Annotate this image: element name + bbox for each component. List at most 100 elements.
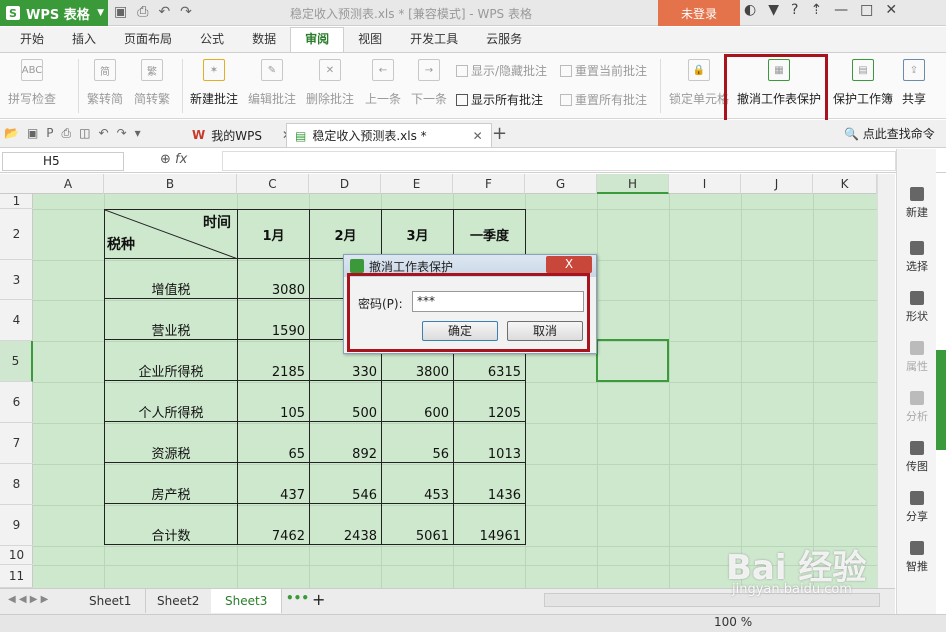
sidebar-item-1[interactable]: 选择 bbox=[897, 241, 937, 274]
open-folder-icon[interactable]: 📂 bbox=[4, 126, 19, 141]
value-cell[interactable]: 105 bbox=[237, 380, 310, 422]
column-header-H[interactable]: H bbox=[597, 174, 669, 194]
row-header-11[interactable]: 11 bbox=[0, 565, 33, 588]
row-header-1[interactable]: 1 bbox=[0, 194, 33, 209]
undo-icon[interactable]: ↶ bbox=[158, 4, 170, 20]
column-header-I[interactable]: I bbox=[669, 174, 741, 194]
maximize-icon[interactable]: □ bbox=[860, 2, 873, 18]
tab-formulas[interactable]: 公式 bbox=[186, 28, 238, 52]
redo-icon[interactable]: ↷ bbox=[180, 4, 192, 20]
close-icon[interactable]: ✕ bbox=[473, 129, 483, 143]
sheet-tab-2[interactable]: Sheet2 bbox=[143, 589, 215, 613]
value-cell[interactable]: 7462 bbox=[237, 503, 310, 545]
value-cell[interactable]: 437 bbox=[237, 462, 310, 504]
tab-cloud[interactable]: 云服务 bbox=[472, 28, 536, 52]
sidebar-item-3[interactable]: 属性 bbox=[897, 341, 937, 374]
tax-type-cell[interactable]: 增值税 bbox=[104, 258, 238, 299]
tax-type-cell[interactable]: 营业税 bbox=[104, 298, 238, 340]
save-icon[interactable]: ▣ bbox=[27, 126, 38, 141]
tab-view[interactable]: 视图 bbox=[344, 28, 396, 52]
tab-home[interactable]: 开始 bbox=[6, 28, 58, 52]
app-menu-button[interactable]: S WPS 表格 ▼ bbox=[0, 0, 108, 26]
row-header-5[interactable]: 5 bbox=[0, 341, 33, 382]
column-header-J[interactable]: J bbox=[741, 174, 813, 194]
value-cell[interactable]: 1205 bbox=[453, 380, 526, 422]
header-cell[interactable]: 一季度 bbox=[453, 209, 526, 259]
undo-icon[interactable]: ↶ bbox=[99, 126, 109, 141]
row-header-8[interactable]: 8 bbox=[0, 464, 33, 505]
sheet-tab-3[interactable]: Sheet3 bbox=[211, 589, 283, 613]
formula-input[interactable] bbox=[222, 151, 896, 171]
row-header-9[interactable]: 9 bbox=[0, 505, 33, 546]
prev-comment-button[interactable]: ← 上一条 bbox=[365, 59, 401, 107]
row-header-4[interactable]: 4 bbox=[0, 300, 33, 341]
sidebar-toggle[interactable] bbox=[936, 350, 946, 450]
value-cell[interactable]: 1013 bbox=[453, 421, 526, 463]
reset-all-comments-button[interactable]: 重置所有批注 bbox=[560, 91, 647, 108]
close-window-icon[interactable]: ✕ bbox=[885, 2, 897, 18]
value-cell[interactable]: 5061 bbox=[381, 503, 454, 545]
value-cell[interactable]: 65 bbox=[237, 421, 310, 463]
pdf-icon[interactable]: P bbox=[46, 126, 53, 141]
spell-check-button[interactable]: ABC 拼写检查 bbox=[8, 59, 56, 107]
tab-developer[interactable]: 开发工具 bbox=[396, 28, 472, 52]
tax-type-cell[interactable]: 企业所得税 bbox=[104, 339, 238, 381]
row-header-6[interactable]: 6 bbox=[0, 382, 33, 423]
value-cell[interactable]: 56 bbox=[381, 421, 454, 463]
sidebar-item-0[interactable]: 新建 bbox=[897, 187, 937, 220]
value-cell[interactable]: 2185 bbox=[237, 339, 310, 381]
fx-label[interactable]: ⊕ fx bbox=[160, 152, 187, 167]
value-cell[interactable]: 2438 bbox=[309, 503, 382, 545]
login-button[interactable]: 未登录 bbox=[658, 0, 740, 26]
tab-data[interactable]: 数据 bbox=[238, 28, 290, 52]
column-header-A[interactable]: A bbox=[33, 174, 104, 194]
skin-icon[interactable]: ◐ bbox=[744, 2, 756, 18]
vertical-scrollbar[interactable] bbox=[877, 174, 895, 588]
header-cell[interactable]: 2月 bbox=[309, 209, 382, 259]
column-header-B[interactable]: B bbox=[104, 174, 237, 194]
shirt-icon[interactable]: ▼ bbox=[768, 2, 779, 18]
value-cell[interactable]: 453 bbox=[381, 462, 454, 504]
column-header-G[interactable]: G bbox=[525, 174, 597, 194]
value-cell[interactable]: 1436 bbox=[453, 462, 526, 504]
sidebar-item-5[interactable]: 传图 bbox=[897, 441, 937, 474]
minimize-icon[interactable]: — bbox=[834, 2, 848, 18]
sidebar-item-4[interactable]: 分析 bbox=[897, 391, 937, 424]
protect-workbook-button[interactable]: ▤ 保护工作簿 bbox=[833, 59, 893, 107]
trad-to-simp-button[interactable]: 简繁转简 bbox=[87, 59, 123, 107]
selected-cell-h5[interactable] bbox=[596, 339, 669, 382]
value-cell[interactable]: 500 bbox=[309, 380, 382, 422]
redo-icon[interactable]: ↷ bbox=[117, 126, 127, 141]
next-comment-button[interactable]: → 下一条 bbox=[411, 59, 447, 107]
tab-review[interactable]: 审阅 bbox=[290, 27, 345, 52]
chevron-down-icon[interactable]: ▾ bbox=[135, 126, 141, 141]
edit-comment-button[interactable]: ✎ 编辑批注 bbox=[248, 59, 296, 107]
value-cell[interactable]: 3080 bbox=[237, 258, 310, 299]
row-header-2[interactable]: 2 bbox=[0, 209, 33, 260]
row-header-10[interactable]: 10 bbox=[0, 546, 33, 565]
doc-tab-file[interactable]: ▤ 稳定收入预测表.xls * ✕ bbox=[286, 123, 492, 147]
preview-icon[interactable]: ◫ bbox=[79, 126, 90, 141]
column-header-F[interactable]: F bbox=[453, 174, 525, 194]
share-button[interactable]: ⇪ 共享 bbox=[902, 59, 926, 107]
row-header-7[interactable]: 7 bbox=[0, 423, 33, 464]
lock-cell-button[interactable]: 🔒 锁定单元格 bbox=[669, 59, 729, 107]
value-cell[interactable]: 600 bbox=[381, 380, 454, 422]
more-sheets-icon[interactable]: ••• bbox=[286, 591, 309, 605]
delete-comment-button[interactable]: ✕ 删除批注 bbox=[306, 59, 354, 107]
add-tab-icon[interactable]: + bbox=[492, 123, 507, 144]
value-cell[interactable]: 14961 bbox=[453, 503, 526, 545]
sheet-tab-1[interactable]: Sheet1 bbox=[75, 589, 147, 613]
find-command[interactable]: 🔍 点此查找命令 bbox=[844, 125, 935, 142]
simp-to-trad-button[interactable]: 繁简转繁 bbox=[134, 59, 170, 107]
print-icon[interactable]: ⎙ bbox=[137, 4, 148, 20]
show-all-comments-button[interactable]: 显示所有批注 bbox=[456, 91, 543, 108]
value-cell[interactable]: 892 bbox=[309, 421, 382, 463]
tax-type-cell[interactable]: 资源税 bbox=[104, 421, 238, 463]
tax-type-cell[interactable]: 合计数 bbox=[104, 503, 238, 545]
new-comment-button[interactable]: ✶ 新建批注 bbox=[190, 59, 238, 107]
column-header-E[interactable]: E bbox=[381, 174, 453, 194]
zoom-level[interactable]: 100 % bbox=[714, 615, 752, 629]
doc-tab-my-wps[interactable]: W 我的WPS ✕ bbox=[184, 123, 300, 147]
value-cell[interactable]: 546 bbox=[309, 462, 382, 504]
